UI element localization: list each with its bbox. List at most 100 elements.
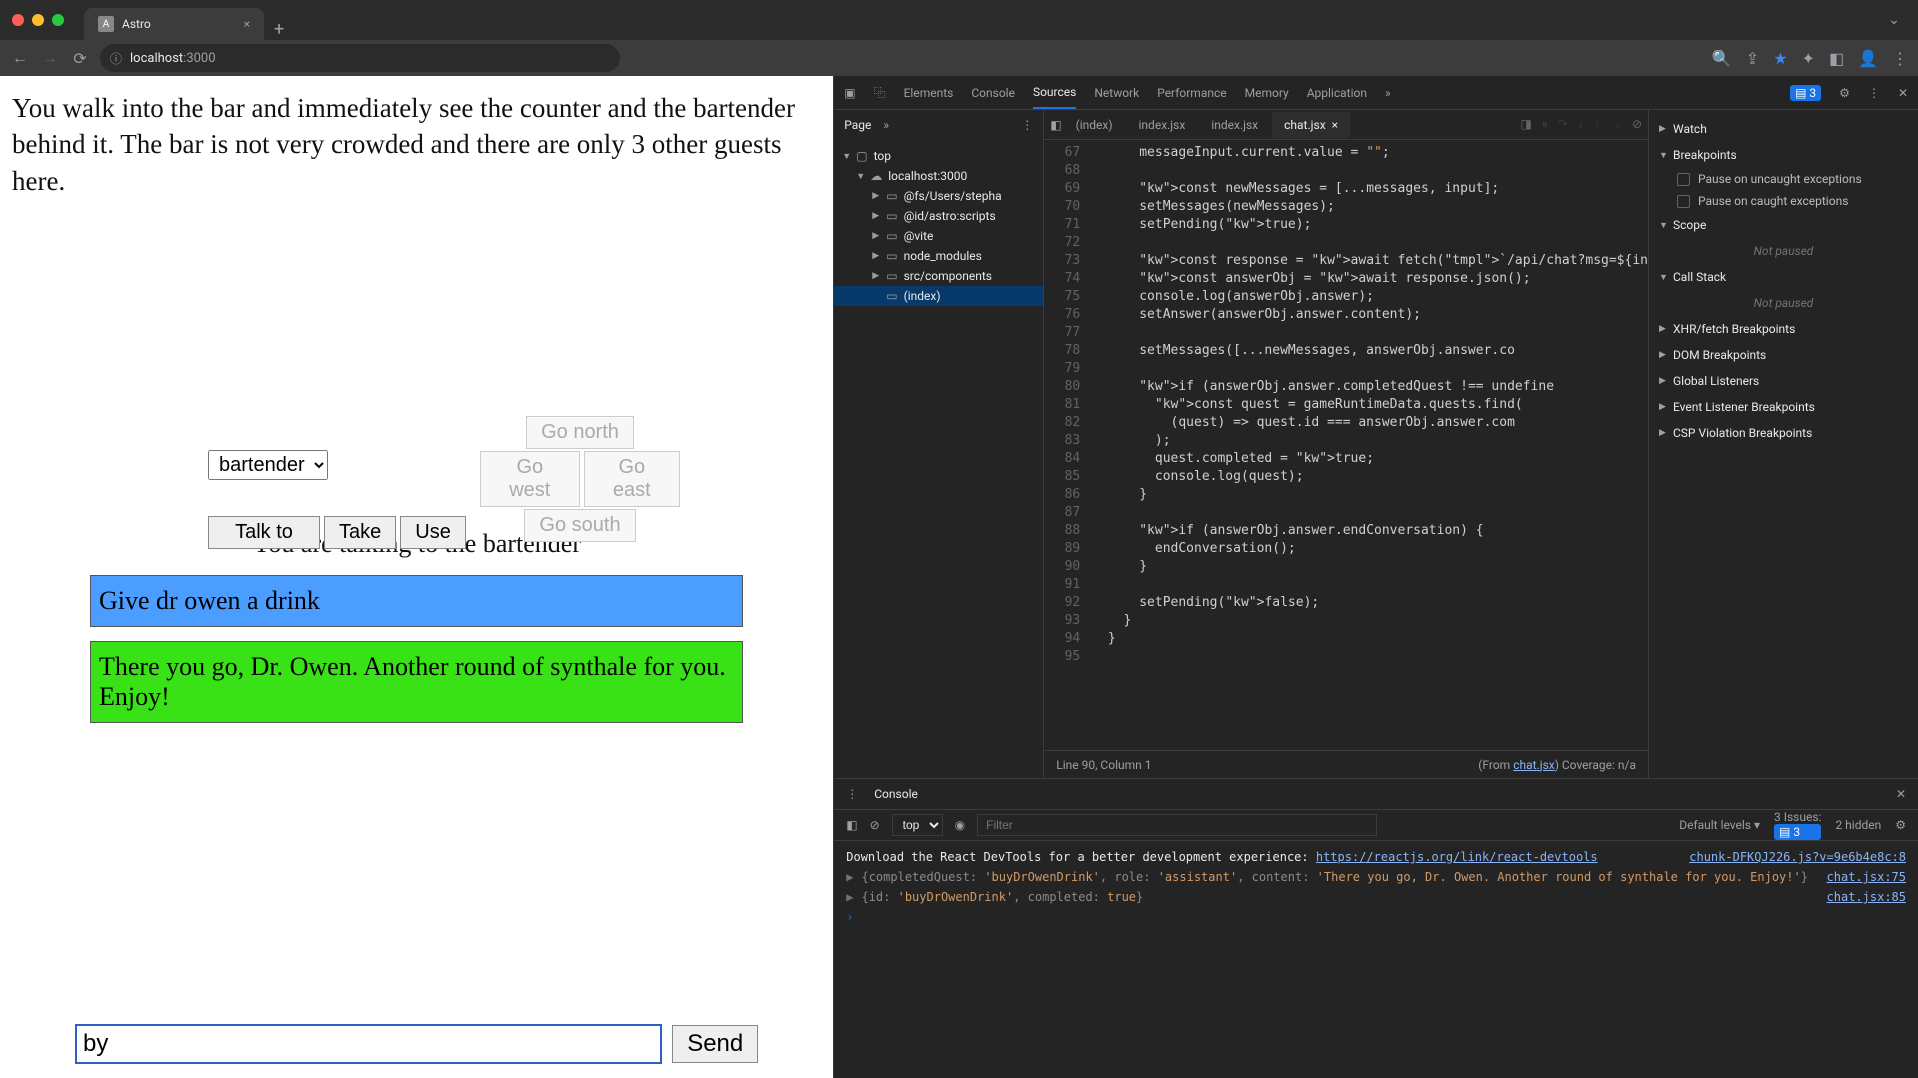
deactivate-breakpoints-icon[interactable]: ⊘ bbox=[1632, 117, 1642, 132]
console-sidebar-icon[interactable]: ◧ bbox=[846, 818, 857, 832]
toggle-sidebar-icon[interactable]: ◨ bbox=[1521, 117, 1532, 132]
pause-icon[interactable]: ⏸ bbox=[1542, 117, 1548, 132]
live-expression-icon[interactable]: ◉ bbox=[955, 818, 965, 832]
go-north-button[interactable]: Go north bbox=[526, 416, 634, 449]
event-bp-section[interactable]: ▶Event Listener Breakpoints bbox=[1649, 394, 1918, 420]
side-panel-icon[interactable]: ◧ bbox=[1829, 49, 1844, 68]
scope-section[interactable]: ▼Scope bbox=[1649, 212, 1918, 238]
go-south-button[interactable]: Go south bbox=[524, 509, 635, 542]
bp-caught-checkbox[interactable]: Pause on caught exceptions bbox=[1649, 190, 1918, 212]
site-info-icon[interactable]: ⓘ bbox=[110, 50, 122, 67]
log-object[interactable]: {completedQuest: 'buyDrOwenDrink', role:… bbox=[861, 870, 1807, 884]
tree-top[interactable]: ▼▢top bbox=[834, 146, 1043, 166]
status-file-link[interactable]: chat.jsx bbox=[1513, 758, 1555, 772]
navigator-kebab-icon[interactable]: ⋮ bbox=[1021, 118, 1033, 132]
address-bar[interactable]: ⓘ localhost:3000 bbox=[100, 44, 620, 72]
more-tabs-icon[interactable]: » bbox=[1385, 86, 1391, 100]
console-context-select[interactable]: top bbox=[892, 814, 943, 836]
editor-tab[interactable]: index.jsx bbox=[1199, 112, 1270, 138]
go-west-button[interactable]: Go west bbox=[480, 451, 580, 507]
settings-icon[interactable]: ⚙ bbox=[1839, 86, 1850, 100]
react-devtools-link[interactable]: https://reactjs.org/link/react-devtools bbox=[1316, 850, 1598, 864]
toggle-navigator-icon[interactable]: ◧ bbox=[1050, 118, 1061, 132]
extensions-icon[interactable]: ✦ bbox=[1802, 49, 1815, 68]
step-over-icon[interactable]: ↷ bbox=[1558, 117, 1568, 132]
breakpoints-section[interactable]: ▼Breakpoints bbox=[1649, 142, 1918, 168]
drawer-kebab-icon[interactable]: ⋮ bbox=[846, 787, 858, 801]
bookmark-icon[interactable]: ★ bbox=[1773, 49, 1787, 68]
close-devtools-icon[interactable]: ✕ bbox=[1898, 86, 1908, 100]
profile-icon[interactable]: 👤 bbox=[1858, 49, 1878, 68]
step-into-icon[interactable]: ↓ bbox=[1578, 117, 1584, 132]
tab-memory[interactable]: Memory bbox=[1245, 78, 1289, 108]
target-select[interactable]: bartender bbox=[208, 450, 328, 480]
console-drawer-tab[interactable]: Console bbox=[874, 787, 918, 801]
browser-tab-astro[interactable]: A Astro × bbox=[84, 8, 264, 40]
use-button[interactable]: Use bbox=[400, 516, 466, 549]
talk-to-button[interactable]: Talk to bbox=[208, 516, 320, 549]
console-body[interactable]: Download the React DevTools for a better… bbox=[834, 841, 1918, 1078]
log-levels-select[interactable]: Default levels ▾ bbox=[1679, 818, 1760, 832]
more-subtabs-icon[interactable]: » bbox=[883, 118, 889, 132]
tree-folder[interactable]: ▶▭@id/astro:scripts bbox=[834, 206, 1043, 226]
expand-arrow-icon[interactable]: ▶ bbox=[846, 870, 853, 884]
console-prompt[interactable]: › bbox=[846, 907, 1906, 927]
forward-button[interactable]: → bbox=[40, 48, 60, 68]
take-button[interactable]: Take bbox=[324, 516, 396, 549]
tree-file-index[interactable]: ▭(index) bbox=[834, 286, 1043, 306]
send-button[interactable]: Send bbox=[672, 1025, 758, 1063]
issues-link[interactable]: 3 Issues: ▤ 3 bbox=[1774, 810, 1821, 840]
chat-input[interactable] bbox=[75, 1024, 662, 1064]
global-listeners-section[interactable]: ▶Global Listeners bbox=[1649, 368, 1918, 394]
step-out-icon[interactable]: ↑ bbox=[1594, 117, 1600, 132]
tree-folder[interactable]: ▶▭src/components bbox=[834, 266, 1043, 286]
tree-folder[interactable]: ▶▭@vite bbox=[834, 226, 1043, 246]
tree-folder[interactable]: ▶▭node_modules bbox=[834, 246, 1043, 266]
log-source[interactable]: chat.jsx:75 bbox=[1827, 870, 1906, 884]
menu-icon[interactable]: ⋮ bbox=[1892, 49, 1908, 68]
tab-application[interactable]: Application bbox=[1307, 78, 1367, 108]
log-object[interactable]: {id: 'buyDrOwenDrink', completed: true} bbox=[861, 890, 1143, 904]
tab-performance[interactable]: Performance bbox=[1157, 78, 1226, 108]
kebab-icon[interactable]: ⋮ bbox=[1868, 86, 1880, 100]
console-settings-icon[interactable]: ⚙ bbox=[1895, 818, 1906, 832]
reload-button[interactable]: ⟳ bbox=[70, 49, 90, 68]
editor-tab-active[interactable]: chat.jsx× bbox=[1272, 112, 1350, 138]
window-close-button[interactable] bbox=[12, 14, 24, 26]
new-tab-button[interactable]: + bbox=[264, 19, 294, 40]
tab-elements[interactable]: Elements bbox=[904, 78, 954, 108]
tab-list-button[interactable]: ⌄ bbox=[1888, 12, 1906, 28]
search-icon[interactable]: 🔍 bbox=[1712, 49, 1732, 68]
window-minimize-button[interactable] bbox=[32, 14, 44, 26]
csp-bp-section[interactable]: ▶CSP Violation Breakpoints bbox=[1649, 420, 1918, 446]
share-icon[interactable]: ⇪ bbox=[1746, 49, 1759, 68]
xhr-section[interactable]: ▶XHR/fetch Breakpoints bbox=[1649, 316, 1918, 342]
expand-arrow-icon[interactable]: ▶ bbox=[846, 890, 853, 904]
editor-tab-close-icon[interactable]: × bbox=[1332, 118, 1338, 132]
console-filter-input[interactable] bbox=[977, 814, 1377, 836]
window-maximize-button[interactable] bbox=[52, 14, 64, 26]
tree-host[interactable]: ▼☁localhost:3000 bbox=[834, 166, 1043, 186]
page-subtab[interactable]: Page bbox=[844, 118, 871, 132]
device-toolbar-icon[interactable]: ⿻ bbox=[874, 84, 886, 101]
clear-console-icon[interactable]: ⊘ bbox=[870, 818, 880, 832]
inspect-icon[interactable]: ▣ bbox=[844, 86, 855, 100]
bp-uncaught-checkbox[interactable]: Pause on uncaught exceptions bbox=[1649, 168, 1918, 190]
dom-bp-section[interactable]: ▶DOM Breakpoints bbox=[1649, 342, 1918, 368]
tab-sources[interactable]: Sources bbox=[1033, 77, 1076, 109]
step-icon[interactable]: → bbox=[1610, 117, 1622, 132]
close-drawer-icon[interactable]: ✕ bbox=[1896, 787, 1906, 801]
tab-network[interactable]: Network bbox=[1094, 78, 1139, 108]
tab-close-button[interactable]: × bbox=[244, 17, 250, 31]
watch-section[interactable]: ▶Watch bbox=[1649, 116, 1918, 142]
go-east-button[interactable]: Go east bbox=[584, 451, 680, 507]
editor-tab[interactable]: (index) bbox=[1064, 112, 1125, 138]
code-editor[interactable]: 67 68 69 70 71 72 73 74 75 76 77 78 79 8… bbox=[1044, 140, 1648, 750]
log-source[interactable]: chat.jsx:85 bbox=[1827, 890, 1906, 904]
tree-folder[interactable]: ▶▭@fs/Users/stepha bbox=[834, 186, 1043, 206]
editor-tab[interactable]: index.jsx bbox=[1127, 112, 1198, 138]
tab-console[interactable]: Console bbox=[971, 78, 1015, 108]
callstack-section[interactable]: ▼Call Stack bbox=[1649, 264, 1918, 290]
back-button[interactable]: ← bbox=[10, 48, 30, 68]
log-source[interactable]: chunk-DFKQJ226.js?v=9e6b4e8c:8 bbox=[1689, 850, 1906, 864]
